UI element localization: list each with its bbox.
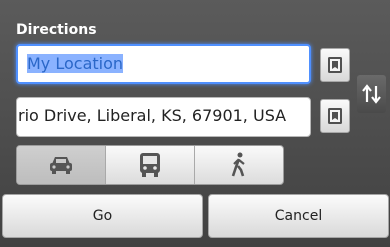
walking-person-icon — [231, 152, 245, 177]
swap-arrows-icon — [362, 84, 381, 104]
contacts-book-icon — [328, 108, 342, 124]
dialog-title: Directions — [16, 22, 97, 38]
selected-text: My Location — [27, 54, 124, 73]
start-contacts-button[interactable] — [320, 48, 350, 82]
contacts-book-icon — [328, 57, 342, 73]
travel-mode-selector — [16, 145, 284, 185]
start-location-field[interactable]: My Location — [16, 44, 311, 84]
go-button[interactable]: Go — [2, 194, 203, 238]
destination-contacts-button[interactable] — [320, 99, 350, 133]
bus-icon — [140, 153, 160, 177]
destination-field[interactable]: rio Drive, Liberal, KS, 67901, USA — [16, 97, 311, 137]
destination-text: rio Drive, Liberal, KS, 67901, USA — [18, 106, 287, 125]
directions-dialog: Directions My Location rio Drive, Libera… — [0, 0, 390, 247]
swap-locations-button[interactable] — [357, 75, 386, 113]
mode-driving-button[interactable] — [17, 146, 106, 184]
mode-walking-button[interactable] — [195, 146, 283, 184]
start-location-text: My Location — [18, 46, 124, 82]
mode-transit-button[interactable] — [106, 146, 195, 184]
car-icon — [50, 157, 72, 174]
cancel-button[interactable]: Cancel — [208, 194, 389, 238]
